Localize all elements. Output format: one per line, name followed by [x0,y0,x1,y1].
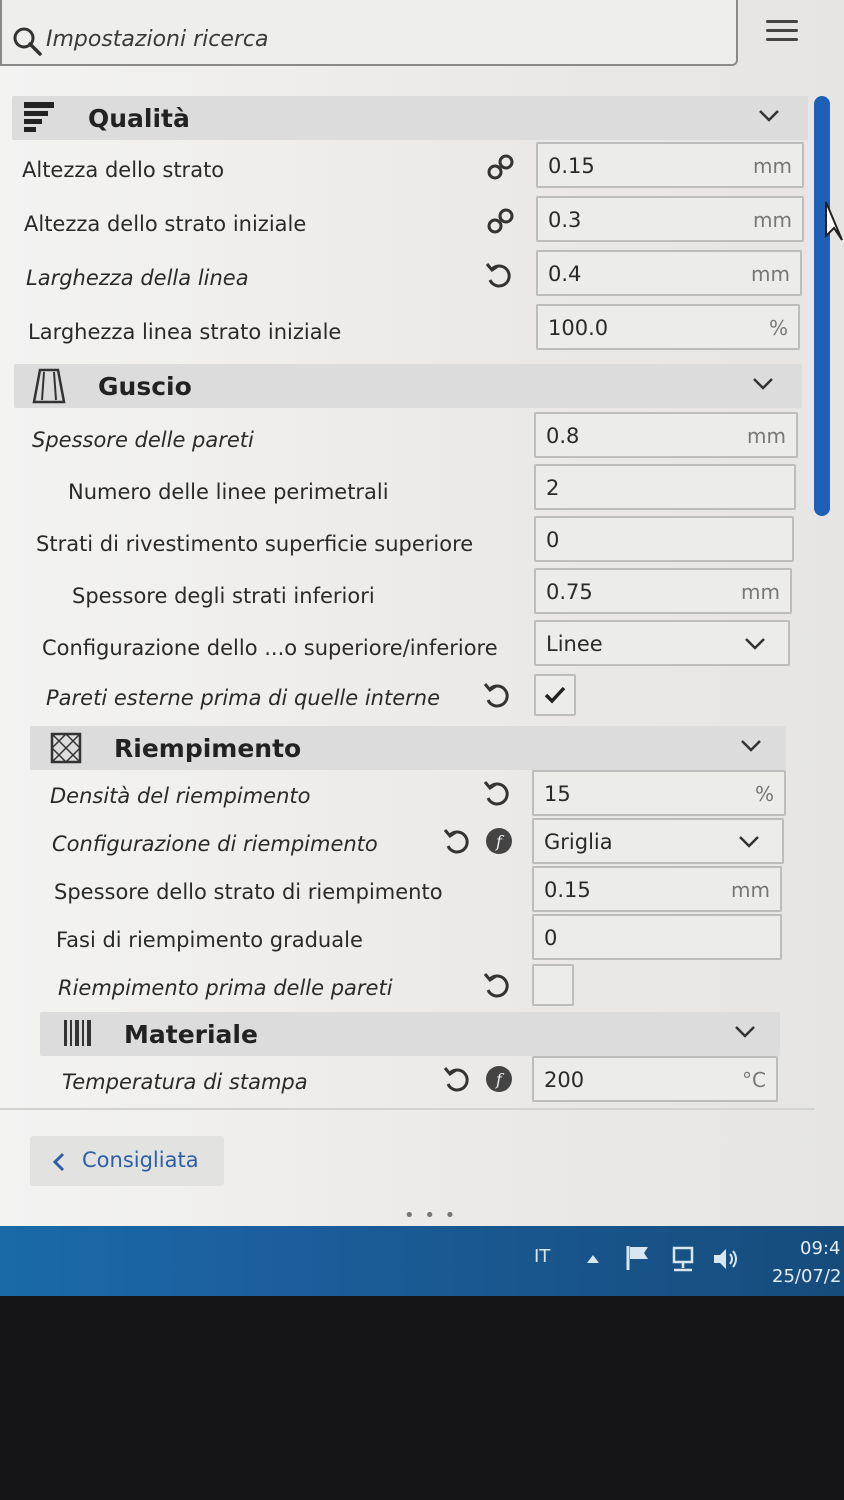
divider [0,1108,815,1110]
top-layers-field[interactable]: 0 [534,516,794,562]
chevron-down-icon[interactable] [734,1024,756,1040]
category-title: Guscio [98,372,192,401]
category-material[interactable]: Materiale [40,1012,780,1056]
chevron-up-icon[interactable] [586,1254,600,1264]
reset-icon[interactable] [482,778,512,808]
menu-icon[interactable] [766,20,798,46]
setting-top-layers: Strati di rivestimento superficie superi… [0,516,810,568]
setting-gradual-infill: Fasi di riempimento graduale 0 [0,914,810,964]
chevron-down-icon [745,638,765,650]
function-icon[interactable]: f [484,826,514,856]
flag-icon[interactable] [624,1244,652,1272]
setting-label: Larghezza della linea [26,266,249,290]
quality-icon [24,102,54,132]
layer-height-field[interactable]: 0.15 mm [536,142,804,188]
chevron-down-icon[interactable] [740,738,762,754]
setting-line-width: Larghezza della linea 0.4 mm [0,250,810,302]
check-icon [544,686,566,704]
setting-label: Larghezza linea strato iniziale [28,320,342,344]
resize-handle[interactable]: • • • [404,1205,457,1226]
category-quality[interactable]: Qualità [12,96,808,140]
reset-icon[interactable] [482,970,512,1000]
search-icon [13,27,42,56]
reset-icon[interactable] [484,260,514,290]
setting-label: Fasi di riempimento graduale [56,928,363,952]
setting-outer-before-inner: Pareti esterne prima di quelle interne [0,674,810,722]
clock-time[interactable]: 09:4 [800,1238,840,1259]
recommended-label: Consigliata [82,1148,199,1172]
settings-panel: Qualità Altezza dello strato 0.15 mm Alt… [0,96,815,1106]
outer-before-inner-checkbox[interactable] [534,674,576,716]
infill-layer-thickness-field[interactable]: 0.15 mm [532,866,782,912]
initial-layer-height-field[interactable]: 0.3 mm [536,196,804,242]
initial-line-width-field[interactable]: 100.0 % [536,304,800,350]
setting-infill-pattern: Configurazione di riempimento f Griglia [0,818,810,868]
setting-infill-layer-thickness: Spessore dello strato di riempimento 0.1… [0,866,810,916]
setting-infill-density: Densità del riempimento 15 % [0,770,810,820]
link-icon[interactable] [486,152,516,182]
cura-settings-screen: Impostazioni ricerca Qualità Altezza del… [0,0,844,1230]
line-width-field[interactable]: 0.4 mm [536,250,802,296]
wall-line-count-field[interactable]: 2 [534,464,796,510]
setting-infill-before-walls: Riempimento prima delle pareti [0,964,810,1012]
gradual-infill-field[interactable]: 0 [532,914,782,960]
setting-label: Pareti esterne prima di quelle interne [46,686,441,710]
category-title: Riempimento [114,734,302,763]
setting-label: Configurazione di riempimento [52,832,378,856]
scrollbar[interactable] [814,96,830,516]
setting-label: Spessore degli strati inferiori [72,584,375,608]
setting-initial-line-width: Larghezza linea strato iniziale 100.0 % [0,304,810,356]
recommended-button[interactable]: Consigliata [30,1136,224,1186]
infill-density-field[interactable]: 15 % [532,770,786,816]
setting-wall-line-count: Numero delle linee perimetrali 2 [0,464,810,516]
setting-label: Numero delle linee perimetrali [68,480,389,504]
material-icon [64,1020,91,1046]
top-bottom-pattern-dropdown[interactable]: Linee [534,620,790,666]
print-temperature-field[interactable]: 200 °C [532,1056,778,1102]
chevron-left-icon [52,1152,65,1172]
volume-icon[interactable] [712,1246,740,1272]
category-shell[interactable]: Guscio [14,364,802,408]
reset-icon[interactable] [442,826,472,856]
setting-label: Spessore delle pareti [32,428,254,452]
category-title: Materiale [124,1020,258,1049]
windows-taskbar: IT 09:4 25/07/2 [0,1226,844,1296]
shell-icon [32,368,66,404]
chevron-down-icon[interactable] [758,108,780,124]
link-icon[interactable] [486,206,516,236]
setting-label: Densità del riempimento [50,784,311,808]
setting-bottom-thickness: Spessore degli strati inferiori 0.75 mm [0,568,810,620]
wall-thickness-field[interactable]: 0.8 mm [534,412,798,458]
language-indicator[interactable]: IT [534,1246,550,1267]
category-title: Qualità [88,104,190,133]
infill-icon [50,732,82,764]
setting-label: Riempimento prima delle pareti [58,976,393,1000]
function-icon[interactable]: f [484,1064,514,1094]
search-bar[interactable]: Impostazioni ricerca [0,0,738,66]
reset-icon[interactable] [482,680,512,710]
setting-label: Spessore dello strato di riempimento [54,880,443,904]
mouse-cursor-icon [825,201,843,241]
setting-top-bottom-pattern: Configurazione dello ...o superiore/infe… [0,620,810,672]
setting-print-temperature: Temperatura di stampa f 200 °C [0,1056,810,1106]
setting-label: Altezza dello strato [22,158,225,182]
category-infill[interactable]: Riempimento [30,726,786,770]
setting-wall-thickness: Spessore delle pareti 0.8 mm [0,412,810,464]
setting-label: Strati di rivestimento superficie superi… [36,532,474,556]
infill-before-walls-checkbox[interactable] [532,964,574,1006]
network-icon[interactable] [668,1244,696,1274]
setting-label: Altezza dello strato iniziale [24,212,307,236]
monitor-bezel [0,1296,844,1500]
search-input[interactable]: Impostazioni ricerca [46,27,269,52]
infill-pattern-dropdown[interactable]: Griglia [532,818,784,864]
chevron-down-icon[interactable] [752,376,774,392]
clock-date[interactable]: 25/07/2 [772,1266,841,1287]
bottom-thickness-field[interactable]: 0.75 mm [534,568,792,614]
setting-label: Temperatura di stampa [62,1070,308,1094]
setting-layer-height: Altezza dello strato 0.15 mm [0,142,810,194]
reset-icon[interactable] [442,1064,472,1094]
setting-label: Configurazione dello ...o superiore/infe… [42,636,498,660]
chevron-down-icon [739,836,759,848]
setting-initial-layer-height: Altezza dello strato iniziale 0.3 mm [0,196,810,248]
